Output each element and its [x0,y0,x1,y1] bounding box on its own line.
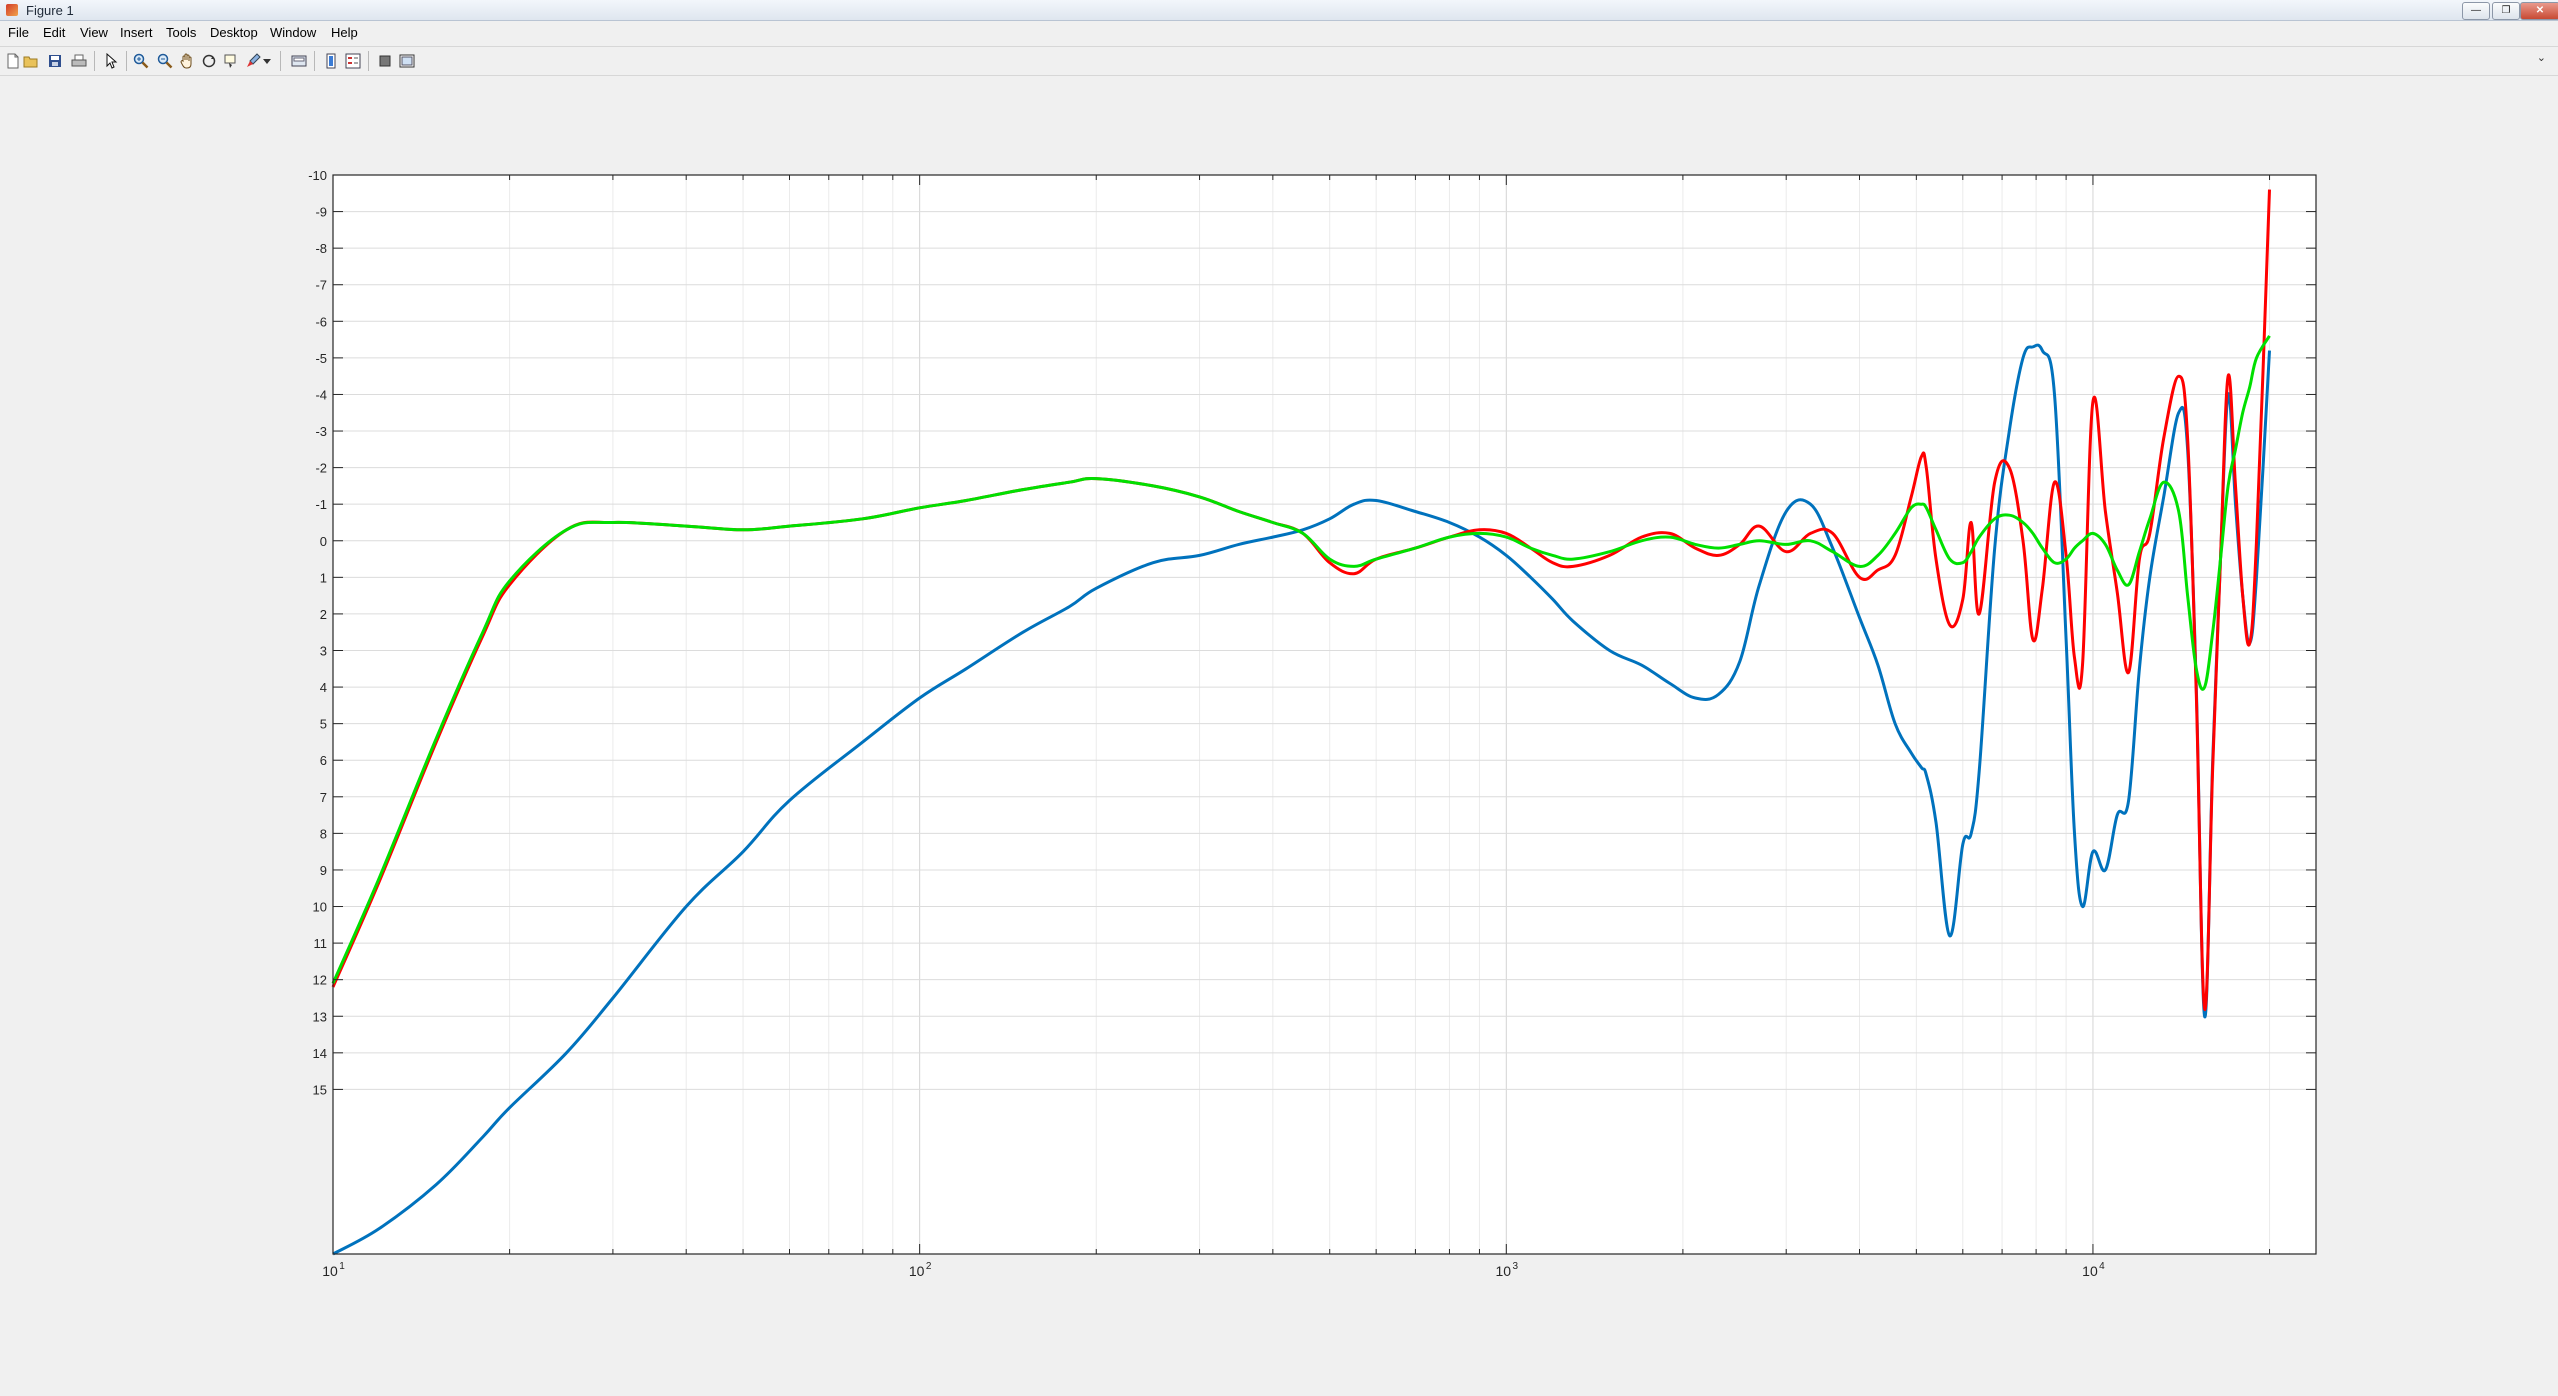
y-tick-label: 12 [313,973,327,988]
y-tick-label: 2 [320,607,327,622]
y-tick-label: -5 [315,351,327,366]
y-tick-label: -7 [315,278,327,293]
figure-canvas: 10 1 10 2 10 3 10 4-10-9-8-7-6-5-4-3-2-10123456… [308,168,2317,1279]
y-tick-label: -1 [315,497,327,512]
y-tick-label: -9 [315,205,327,220]
y-tick-label: 15 [313,1082,327,1097]
x-tick-label: 10 [909,1263,925,1279]
y-tick-label: 5 [320,717,327,732]
x-tick-label-exponent: 1 [339,1261,345,1272]
y-tick-label: 3 [320,643,327,658]
y-tick-label: 14 [313,1046,327,1061]
y-tick-label: 4 [320,680,327,695]
x-tick-label-exponent: 2 [926,1261,932,1272]
y-tick-label: 13 [313,1009,327,1024]
y-tick-label: 8 [320,826,327,841]
x-tick-label-exponent: 3 [1513,1261,1519,1272]
x-tick-label: 10 [1496,1263,1512,1279]
y-tick-label: 10 [313,900,327,915]
y-tick-label: 0 [320,534,327,549]
y-tick-label: 1 [320,570,327,585]
y-tick-label: 7 [320,790,327,805]
y-tick-label: 6 [320,753,327,768]
x-tick-label: 10 [2082,1263,2098,1279]
y-tick-label: -6 [315,314,327,329]
axes-background [333,175,2316,1254]
x-tick-label-exponent: 4 [2099,1261,2105,1272]
y-tick-label: -3 [315,424,327,439]
y-tick-label: -4 [315,387,327,402]
y-tick-label: -8 [315,241,327,256]
y-tick-label: 9 [320,863,327,878]
y-tick-label: -2 [315,461,327,476]
y-tick-label: -10 [308,168,327,183]
x-tick-label: 10 [322,1263,338,1279]
y-tick-label: 11 [314,936,328,951]
